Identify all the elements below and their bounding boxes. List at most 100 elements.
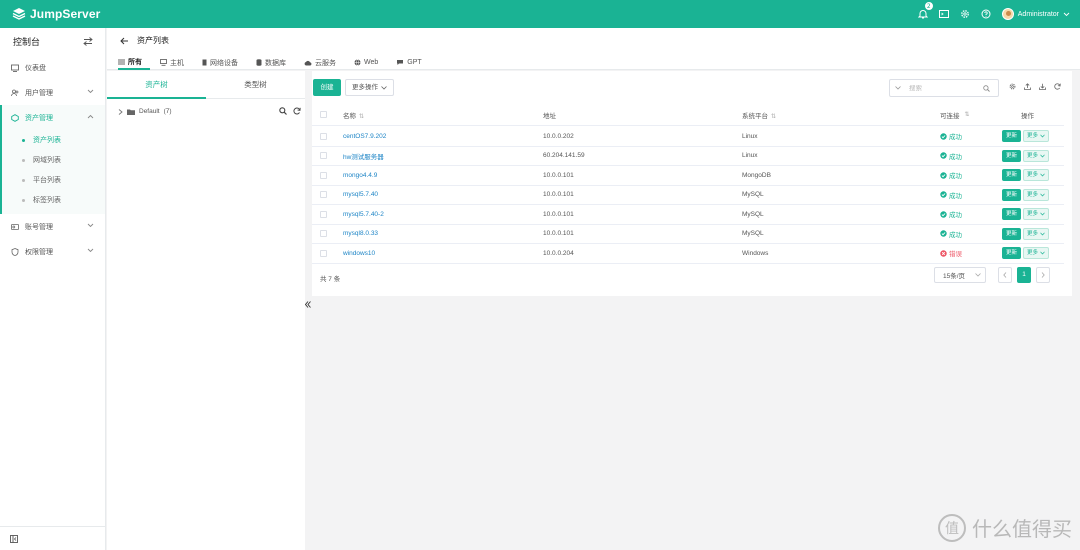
connectivity-label: 成功 <box>949 212 962 220</box>
refresh-icon[interactable] <box>293 107 301 115</box>
page-number-current[interactable]: 1 <box>1017 267 1031 283</box>
check-circle-icon <box>940 133 947 140</box>
column-header-connectivity[interactable]: 可连接 ⇅ <box>940 110 970 120</box>
tab-database[interactable]: 数据库 <box>256 55 294 70</box>
check-circle-icon <box>940 191 947 198</box>
sidebar-item-dashboard[interactable]: 仪表盘 <box>0 55 105 80</box>
connectivity-label: 错误 <box>949 251 962 259</box>
page-size-select[interactable]: 15条/页 <box>934 267 986 283</box>
asset-name-link[interactable]: mysql5.7.40-2 <box>343 211 384 218</box>
tab-gpt[interactable]: GPT <box>396 55 429 70</box>
tab-all[interactable]: 所有 <box>118 55 150 70</box>
row-actions: 更新 更多 <box>1002 227 1050 240</box>
connectivity-status: 成功 <box>940 229 962 239</box>
sidebar-item-permissions[interactable]: 权限管理 <box>0 239 105 264</box>
update-button[interactable]: 更新 <box>1002 130 1022 143</box>
update-button[interactable]: 更新 <box>1002 188 1022 201</box>
search-icon[interactable] <box>983 84 990 92</box>
bell-icon[interactable]: 2 <box>917 1 934 19</box>
sidebar-subitem-domain-list[interactable]: 网域列表 <box>2 150 105 170</box>
update-button[interactable]: 更新 <box>1002 227 1022 240</box>
tab-type-tree[interactable]: 类型树 <box>206 71 305 99</box>
update-button[interactable]: 更新 <box>1002 149 1022 162</box>
gear-icon[interactable] <box>960 9 970 19</box>
row-checkbox[interactable] <box>320 171 327 179</box>
globe-icon <box>354 59 361 66</box>
network-device-icon <box>202 59 207 66</box>
column-header-platform[interactable]: 系统平台 ⇅ <box>742 110 776 120</box>
row-more-button[interactable]: 更多 <box>1023 188 1050 201</box>
row-more-button[interactable]: 更多 <box>1023 247 1050 260</box>
select-all-checkbox[interactable] <box>320 111 327 118</box>
back-arrow-icon[interactable] <box>120 37 129 45</box>
tree-node-default[interactable]: Default (7) <box>118 108 172 115</box>
tab-label: 网络设备 <box>210 59 238 67</box>
row-more-button[interactable]: 更多 <box>1023 208 1050 221</box>
more-actions-button[interactable]: 更多操作 <box>345 79 394 96</box>
refresh-icon[interactable] <box>1054 83 1061 90</box>
asset-tree-panel: 资产树 类型树 Default (7) <box>107 71 305 550</box>
sidebar-subitem-label-list[interactable]: 标签列表 <box>2 190 105 210</box>
column-header-name[interactable]: 名称 ⇅ <box>343 110 364 120</box>
download-icon[interactable] <box>1039 83 1046 90</box>
asset-name-link[interactable]: windows10 <box>343 250 375 257</box>
search-input[interactable] <box>909 84 983 92</box>
help-icon[interactable] <box>981 9 991 19</box>
tab-network-device[interactable]: 网络设备 <box>202 55 246 70</box>
row-more-button[interactable]: 更多 <box>1023 227 1050 240</box>
row-checkbox[interactable] <box>320 191 327 199</box>
asset-platform: Windows <box>742 249 769 257</box>
sidebar-item-assets[interactable]: 资产管理 <box>2 105 105 130</box>
asset-name-link[interactable]: mongo4.4.9 <box>343 172 377 179</box>
asset-address: 10.0.0.204 <box>543 249 574 257</box>
sidebar-item-accounts[interactable]: 账号管理 <box>0 214 105 239</box>
asset-name-link[interactable]: hw测试服务器 <box>343 151 384 161</box>
asset-name-link[interactable]: mysql5.7.40 <box>343 191 378 198</box>
row-checkbox[interactable] <box>320 249 327 257</box>
table-row: mysql8.0.33 10.0.0.101 MySQL 成功 更新 更多 <box>312 225 1064 244</box>
asset-address: 10.0.0.202 <box>543 132 574 140</box>
collapse-sidebar-icon[interactable] <box>10 534 18 543</box>
update-button[interactable]: 更新 <box>1002 247 1022 260</box>
asset-name-link[interactable]: mysql8.0.33 <box>343 230 378 237</box>
row-actions: 更新 更多 <box>1002 188 1050 201</box>
row-checkbox[interactable] <box>320 230 327 238</box>
row-more-button[interactable]: 更多 <box>1023 169 1050 182</box>
sidebar-subitem-asset-list[interactable]: 资产列表 <box>2 130 105 150</box>
user-menu[interactable]: Administrator <box>1001 8 1070 20</box>
update-button[interactable]: 更新 <box>1002 208 1022 221</box>
sort-icon: ⇅ <box>964 112 970 118</box>
chevron-right-icon[interactable] <box>118 108 123 115</box>
page-header: 资产列表 所有 主机 网络设备 数据库 云服务 Web GPT <box>107 28 1080 70</box>
search-box[interactable] <box>889 79 999 97</box>
gear-icon[interactable] <box>1009 83 1016 90</box>
row-checkbox[interactable] <box>320 210 327 218</box>
collapse-tree-handle[interactable] <box>304 298 312 310</box>
next-page-button[interactable] <box>1036 267 1050 283</box>
sidebar-subitem-label: 标签列表 <box>33 197 61 204</box>
chevron-down-icon <box>1040 193 1045 197</box>
update-button[interactable]: 更新 <box>1002 169 1022 182</box>
row-checkbox[interactable] <box>320 132 327 140</box>
terminal-icon[interactable] <box>938 9 949 19</box>
search-icon[interactable] <box>279 107 287 115</box>
tab-host[interactable]: 主机 <box>160 55 192 70</box>
chevron-down-icon[interactable] <box>895 86 901 90</box>
row-actions: 更新 更多 <box>1002 149 1050 162</box>
upload-icon[interactable] <box>1024 83 1031 90</box>
row-more-button[interactable]: 更多 <box>1023 149 1050 162</box>
tab-asset-tree[interactable]: 资产树 <box>107 71 206 99</box>
row-more-label: 更多 <box>1027 211 1039 218</box>
asset-name-link[interactable]: centOS7.9.202 <box>343 133 386 140</box>
logo[interactable]: JumpServer <box>12 7 100 21</box>
tab-cloud[interactable]: 云服务 <box>304 55 344 70</box>
sidebar-item-users[interactable]: 用户管理 <box>0 80 105 105</box>
row-checkbox[interactable] <box>320 152 327 160</box>
sidebar-subitem-platform-list[interactable]: 平台列表 <box>2 170 105 190</box>
tab-web[interactable]: Web <box>354 55 386 70</box>
prev-page-button[interactable] <box>998 267 1012 283</box>
row-more-button[interactable]: 更多 <box>1023 130 1050 143</box>
create-button[interactable]: 创建 <box>313 79 341 96</box>
switch-icon[interactable] <box>83 36 93 46</box>
check-circle-icon <box>940 230 947 237</box>
